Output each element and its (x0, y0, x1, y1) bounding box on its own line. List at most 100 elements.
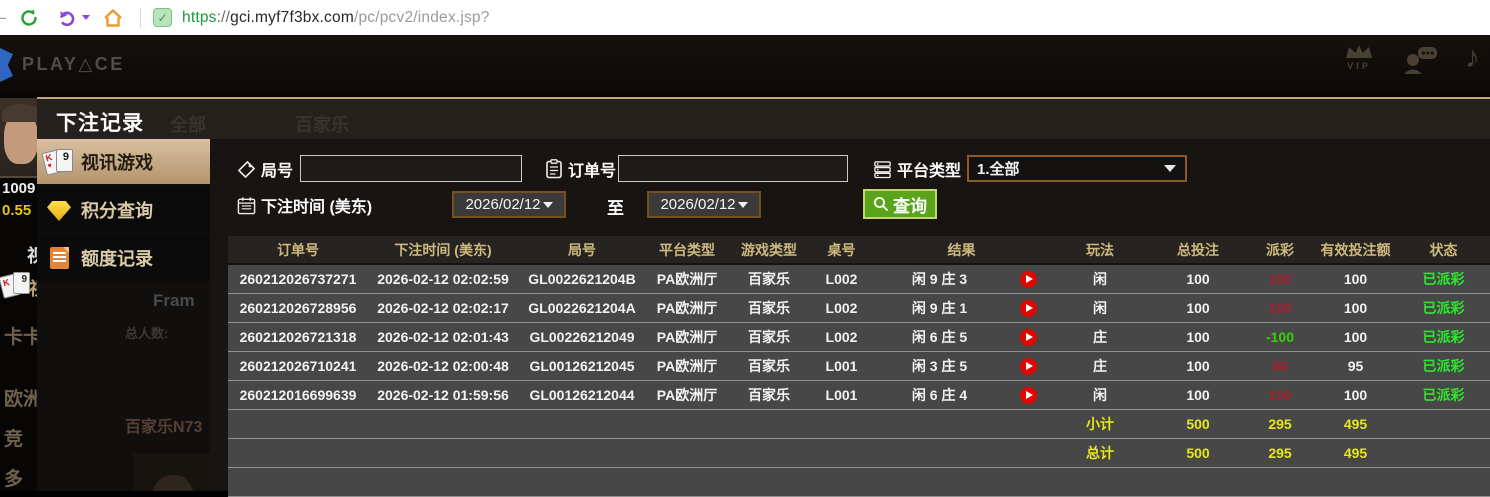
play-video-icon[interactable] (1019, 328, 1037, 346)
play-video-icon[interactable] (1019, 357, 1037, 375)
crown-icon (1346, 45, 1372, 58)
play-video-icon[interactable] (1019, 299, 1037, 317)
dropdown-caret-icon (542, 201, 553, 208)
home-icon[interactable] (101, 6, 125, 30)
date-from-picker[interactable]: 2026/02/12 (452, 191, 566, 218)
col-header: 下注时间 (美东) (394, 242, 492, 258)
refresh-icon[interactable] (17, 6, 41, 30)
address-bar[interactable]: https://gci.myf7f3bx.com/pc/pcv2/index.j… (182, 9, 490, 27)
play-video-icon[interactable] (1019, 386, 1037, 404)
browser-toolbar: – ✓ https://gci.myf7f3bx.com/pc/pcv2/ind… (0, 0, 1490, 35)
page-title: 下注记录 (56, 112, 144, 135)
status-badge: 已派彩 (1422, 329, 1465, 345)
col-header: 订单号 (277, 242, 319, 258)
platform-cell: PA欧洲厅 (656, 387, 718, 403)
document-icon (37, 246, 81, 269)
table-row: 260212026710241 2026-02-12 02:00:48 GL00… (228, 352, 1490, 381)
avatar (0, 98, 37, 178)
result-cell: 闲 6 庄 5 (911, 329, 968, 345)
order-no-cell: 260212026710241 (239, 358, 357, 374)
play-type-cell: 闲 (1093, 387, 1107, 403)
col-header: 平台类型 (659, 242, 715, 258)
status-badge: 已派彩 (1422, 300, 1465, 316)
background-ghost-text: Fram (153, 291, 195, 310)
dropdown-caret-icon (1164, 165, 1176, 172)
brand-flag-icon (0, 48, 13, 82)
date-to-picker[interactable]: 2026/02/12 (647, 191, 761, 218)
tag-icon (238, 160, 255, 178)
table-no-cell: L002 (825, 271, 858, 287)
customer-service-button[interactable] (1401, 43, 1439, 75)
valid-bet-cell: 100 (1343, 271, 1368, 287)
platform-label: 平台类型 (897, 163, 962, 180)
game-type-cell: 百家乐 (748, 329, 790, 345)
valid-bet-cell: 95 (1347, 358, 1364, 374)
search-icon (874, 197, 888, 211)
round-no-cell: GL0022621204A (528, 300, 636, 316)
odds-value: 0.55 (2, 202, 32, 219)
chat-person-icon (1404, 47, 1437, 74)
result-cell: 闲 3 庄 5 (911, 358, 968, 374)
order-input[interactable] (618, 155, 848, 182)
security-shield-icon[interactable]: ✓ (153, 8, 172, 27)
date-to-value: 2026/02/12 (660, 196, 736, 213)
payout-cell: 100 (1268, 300, 1292, 316)
round-filter: 局号 (237, 157, 293, 181)
vip-button[interactable]: VIP (1343, 43, 1375, 71)
app-header: PLAY△CE VIP ♪ (0, 35, 1490, 94)
subtotal-payout: 295 (1268, 416, 1292, 432)
brand-logo: PLAY△CE (22, 54, 125, 74)
music-button[interactable]: ♪ (1465, 43, 1480, 73)
url-scheme: https (182, 8, 217, 26)
status-badge: 已派彩 (1422, 387, 1465, 403)
col-header: 状态 (1429, 242, 1458, 258)
bet-time-cell: 2026-02-12 02:00:48 (377, 358, 509, 374)
date-from-value: 2026/02/12 (465, 196, 541, 213)
sidebar-item-points-query[interactable]: 积分查询 (37, 187, 210, 232)
play-type-cell: 闲 (1093, 300, 1107, 316)
undo-dropdown-caret-icon[interactable] (82, 15, 90, 20)
lobby-label: 多 (4, 469, 24, 490)
diamond-icon (37, 198, 81, 221)
table-row: 260212026721318 2026-02-12 02:01:43 GL00… (228, 323, 1490, 352)
round-input[interactable] (300, 155, 522, 182)
toolbar-divider (140, 7, 141, 28)
sidebar-item-credit-records[interactable]: 额度记录 (37, 235, 210, 280)
table-no-cell: L002 (825, 300, 858, 316)
round-no-cell: GL0022621204B (528, 271, 636, 287)
empty-row (228, 468, 1490, 497)
table-no-cell: L001 (825, 387, 858, 403)
payout-cell: 100 (1268, 271, 1292, 287)
sidebar-item-video-games[interactable]: K9 视讯游戏 (37, 139, 223, 184)
clipped-text: 视 (27, 246, 37, 266)
bet-time-filter: 下注时间 (美东) (237, 193, 372, 217)
result-cell: 闲 6 庄 4 (911, 387, 968, 403)
order-no-cell: 260212016699639 (239, 387, 357, 403)
status-badge: 已派彩 (1422, 271, 1465, 287)
background-lobby-strip: 1009 0.55 视 K 9 视 卡卡 欧洲厅 竞 多 (0, 94, 37, 491)
platform-filter: 平台类型 (873, 157, 961, 181)
status-badge: 已派彩 (1422, 358, 1465, 374)
col-header: 玩法 (1086, 242, 1114, 258)
playing-cards-icon: K9 (37, 148, 81, 176)
result-cell: 闲 9 庄 1 (911, 300, 968, 316)
dropdown-caret-icon (737, 201, 748, 208)
platform-select[interactable]: 1.全部 (967, 155, 1187, 182)
table-no-cell: L001 (825, 358, 858, 374)
platform-cell: PA欧洲厅 (656, 271, 718, 287)
play-type-cell: 闲 (1093, 271, 1107, 287)
play-video-icon[interactable] (1019, 270, 1037, 288)
total-bet-cell: 100 (1186, 387, 1210, 403)
sidebar-item-label: 视讯游戏 (81, 152, 153, 173)
sidebar: K9 视讯游戏 积分查询 额度记录 Fram 总人数: 百家乐N73 (37, 139, 223, 491)
table-row: 260212026728956 2026-02-12 02:02:17 GL00… (228, 294, 1490, 323)
order-no-cell: 260212026737271 (239, 271, 357, 287)
undo-icon[interactable] (55, 6, 79, 30)
valid-bet-cell: 100 (1343, 387, 1368, 403)
search-button[interactable]: 查询 (863, 189, 937, 219)
col-header: 局号 (568, 242, 596, 258)
platform-select-value: 1.全部 (977, 161, 1020, 178)
col-header: 有效投注额 (1320, 242, 1391, 258)
betting-records-panel: 下注记录 全部 百家乐 K9 视讯游戏 积分查询 额度记录 (37, 97, 1490, 497)
game-type-cell: 百家乐 (748, 387, 790, 403)
